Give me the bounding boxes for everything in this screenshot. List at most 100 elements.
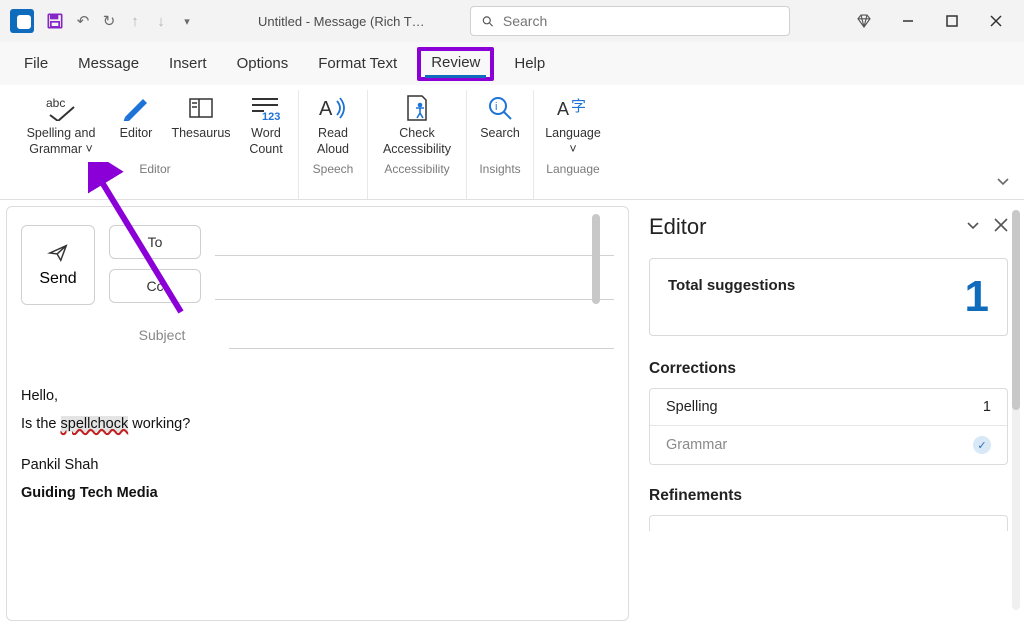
tab-format-text[interactable]: Format Text bbox=[308, 49, 407, 78]
read-aloud-button[interactable]: A Read Aloud bbox=[303, 90, 363, 160]
premium-icon[interactable] bbox=[848, 5, 880, 37]
spelling-grammar-label: Spelling and Grammar ˅ bbox=[18, 126, 104, 160]
ribbon-tabs: File Message Insert Options Format Text … bbox=[0, 42, 1024, 86]
grammar-row-label: Grammar bbox=[666, 437, 727, 453]
save-button[interactable] bbox=[44, 10, 66, 32]
outlook-app-icon bbox=[10, 9, 34, 33]
close-button[interactable] bbox=[974, 5, 1018, 37]
refinements-list bbox=[649, 515, 1008, 531]
editor-pane-title: Editor bbox=[649, 214, 706, 240]
group-label-language: Language bbox=[546, 160, 599, 180]
body-line2: Is the spellchock working? bbox=[21, 411, 614, 439]
language-label: Language ˅ bbox=[540, 126, 606, 160]
tab-file[interactable]: File bbox=[14, 49, 58, 78]
signature-company: Guiding Tech Media bbox=[21, 480, 614, 508]
group-label-editor: Editor bbox=[139, 160, 170, 180]
cc-button[interactable]: Cc bbox=[109, 269, 201, 303]
language-button[interactable]: A字 Language ˅ bbox=[538, 90, 608, 160]
tab-help[interactable]: Help bbox=[504, 49, 555, 78]
signature-name: Pankil Shah bbox=[21, 452, 614, 480]
spelling-row-count: 1 bbox=[983, 399, 991, 415]
editor-close-button[interactable] bbox=[994, 218, 1008, 237]
subject-label: Subject bbox=[109, 327, 215, 343]
qat-dropdown[interactable]: ▾ bbox=[174, 8, 200, 34]
search-tool-icon: i bbox=[487, 92, 513, 124]
spelling-row-label: Spelling bbox=[666, 399, 718, 415]
ribbon-group-language: A字 Language ˅ Language bbox=[534, 90, 612, 199]
undo-button[interactable]: ↶ bbox=[70, 8, 96, 34]
down-arrow-button[interactable]: ↓ bbox=[148, 8, 174, 34]
thesaurus-button[interactable]: Thesaurus bbox=[166, 90, 236, 160]
wordcount-icon: 123 bbox=[250, 92, 282, 124]
editor-scrollbar[interactable] bbox=[1012, 210, 1020, 610]
svg-text:123: 123 bbox=[262, 111, 280, 121]
scrollbar-thumb[interactable] bbox=[1012, 210, 1020, 410]
ribbon-group-accessibility: Check Accessibility Accessibility bbox=[368, 90, 467, 199]
editor-button[interactable]: Editor bbox=[108, 90, 164, 160]
send-button[interactable]: Send bbox=[21, 225, 95, 305]
grammar-check-icon: ✓ bbox=[973, 436, 991, 454]
ribbon-collapse-chevron[interactable] bbox=[996, 174, 1010, 193]
corrections-heading: Corrections bbox=[649, 360, 1008, 378]
svg-text:abc: abc bbox=[46, 96, 65, 110]
read-aloud-label: Read Aloud bbox=[305, 126, 361, 160]
corrections-list: Spelling 1 Grammar ✓ bbox=[649, 388, 1008, 465]
search-box[interactable] bbox=[470, 6, 790, 36]
titlebar: ↶ ↻ ↑ ↓ ▾ Untitled - Message (Rich T… bbox=[0, 0, 1024, 42]
editor-collapse-chevron[interactable] bbox=[966, 218, 980, 237]
to-input[interactable] bbox=[215, 228, 614, 256]
thesaurus-label: Thesaurus bbox=[171, 126, 230, 160]
check-accessibility-label: Check Accessibility bbox=[374, 126, 460, 160]
insights-search-button[interactable]: i Search bbox=[471, 90, 529, 160]
wordcount-button[interactable]: 123 Word Count bbox=[238, 90, 294, 160]
thesaurus-icon bbox=[186, 92, 216, 124]
group-label-accessibility: Accessibility bbox=[384, 160, 449, 180]
search-input[interactable] bbox=[503, 13, 779, 29]
compose-scrollbar[interactable] bbox=[592, 214, 600, 304]
svg-text:A: A bbox=[319, 98, 333, 120]
cc-input[interactable] bbox=[215, 272, 614, 300]
compose-pane: Send To Cc Subject Hello, Is th bbox=[6, 206, 629, 621]
maximize-button[interactable] bbox=[930, 5, 974, 37]
ribbon-group-editor: abc Spelling and Grammar ˅ Editor Thesau… bbox=[12, 90, 299, 199]
svg-text:A: A bbox=[557, 99, 569, 119]
up-arrow-button[interactable]: ↑ bbox=[122, 8, 148, 34]
search-icon bbox=[481, 14, 495, 29]
window-title: Untitled - Message (Rich T… bbox=[258, 14, 425, 29]
accessibility-icon bbox=[403, 92, 431, 124]
tab-message[interactable]: Message bbox=[68, 49, 149, 78]
message-body[interactable]: Hello, Is the spellchock working? Pankil… bbox=[21, 383, 614, 507]
ribbon-group-insights: i Search Insights bbox=[467, 90, 534, 199]
check-accessibility-button[interactable]: Check Accessibility bbox=[372, 90, 462, 160]
misspelled-word[interactable]: spellchock bbox=[61, 416, 129, 432]
editor-label: Editor bbox=[120, 126, 153, 160]
body-line2a: Is the bbox=[21, 416, 61, 432]
tab-options[interactable]: Options bbox=[227, 49, 299, 78]
spelling-row[interactable]: Spelling 1 bbox=[650, 389, 1007, 426]
body-line1: Hello, bbox=[21, 383, 614, 411]
grammar-row[interactable]: Grammar ✓ bbox=[650, 426, 1007, 464]
language-icon: A字 bbox=[557, 92, 589, 124]
tab-review[interactable]: Review bbox=[417, 47, 494, 81]
content-area: Send To Cc Subject Hello, Is th bbox=[0, 200, 1024, 627]
group-label-insights: Insights bbox=[479, 160, 520, 180]
minimize-button[interactable] bbox=[886, 5, 930, 37]
subject-input[interactable] bbox=[229, 321, 614, 349]
wordcount-label: Word Count bbox=[240, 126, 292, 160]
ribbon: abc Spelling and Grammar ˅ Editor Thesau… bbox=[0, 86, 1024, 200]
body-line2b: working? bbox=[128, 416, 190, 432]
redo-button[interactable]: ↻ bbox=[96, 8, 122, 34]
total-suggestions-card[interactable]: Total suggestions 1 bbox=[649, 258, 1008, 336]
readaloud-icon: A bbox=[317, 92, 349, 124]
send-label: Send bbox=[39, 270, 76, 288]
editor-pane: Editor Total suggestions 1 Corrections S… bbox=[629, 200, 1024, 627]
tab-insert[interactable]: Insert bbox=[159, 49, 217, 78]
total-suggestions-label: Total suggestions bbox=[668, 275, 795, 294]
total-suggestions-count: 1 bbox=[965, 275, 989, 319]
group-label-speech: Speech bbox=[313, 160, 354, 180]
ribbon-group-speech: A Read Aloud Speech bbox=[299, 90, 368, 199]
editor-icon bbox=[121, 92, 151, 124]
spelling-grammar-button[interactable]: abc Spelling and Grammar ˅ bbox=[16, 90, 106, 160]
spelling-icon: abc bbox=[44, 92, 78, 124]
to-button[interactable]: To bbox=[109, 225, 201, 259]
